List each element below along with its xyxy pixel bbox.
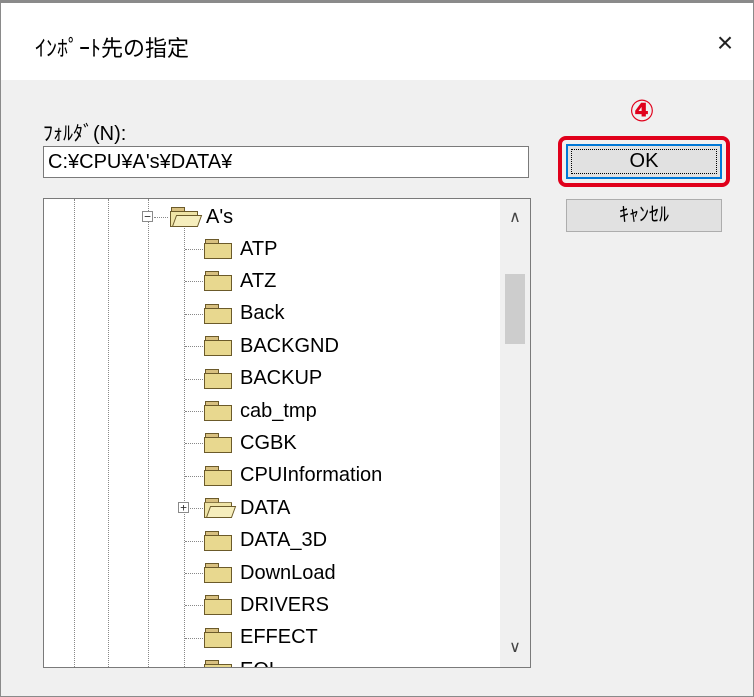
tree-branch — [185, 313, 203, 315]
tree-item-label: A's — [206, 205, 234, 228]
tree-item-label: DATA_3D — [240, 529, 328, 552]
tree-branch — [154, 217, 168, 218]
folder-icon — [204, 239, 234, 259]
tree-item[interactable]: CPUInformation — [204, 460, 382, 492]
tree-branch — [185, 249, 203, 250]
open-folder-icon — [170, 207, 203, 227]
collapse-icon[interactable]: − — [142, 211, 153, 222]
tree-item-label: ATP — [240, 237, 278, 260]
tree-branch — [185, 573, 203, 574]
folder-icon — [204, 336, 234, 357]
folder-icon — [204, 627, 234, 648]
tree-branch — [185, 637, 203, 639]
tree-item-label: BACKGND — [240, 334, 339, 357]
tree-item-label: EOL — [240, 659, 280, 667]
folder-field-label: ﾌｫﾙﾀﾞ(N): — [43, 123, 127, 145]
tree-item-label: Back — [240, 302, 285, 325]
tree-guide-line — [108, 199, 109, 667]
tree-item-label: DRIVERS — [240, 593, 329, 616]
scroll-down-icon[interactable]: ∨ — [500, 633, 530, 663]
expand-icon[interactable]: + — [178, 502, 189, 514]
tree-item[interactable]: DRIVERS — [204, 589, 329, 621]
folder-icon — [204, 401, 234, 421]
tree-item-label: ATZ — [240, 269, 277, 292]
folder-icon — [204, 271, 234, 292]
tree-item-label: EFFECT — [240, 626, 318, 649]
tree-item[interactable]: Back — [204, 298, 284, 330]
title-bar: ｲﾝﾎﾟｰﾄ先の指定 × — [1, 3, 753, 80]
ok-button[interactable]: OK — [566, 144, 722, 179]
tree-item[interactable]: DownLoad — [204, 557, 336, 589]
tree-child-guide-line — [184, 223, 185, 667]
tree-item[interactable]: DATA_3D — [204, 525, 327, 557]
step-number-marker: ④ — [629, 95, 655, 128]
tree-guide-line — [148, 199, 149, 667]
tree-item-label: DownLoad — [240, 561, 336, 584]
folder-icon — [204, 303, 234, 324]
tree-item[interactable]: ATZ — [204, 265, 276, 297]
tree-branch — [185, 475, 203, 477]
folder-icon — [204, 660, 234, 667]
folder-icon — [204, 368, 234, 389]
folder-tree[interactable]: − A's ATP ATZ Back BACKGND BACKUP cab_tmp CGBK… — [43, 198, 531, 668]
tree-branch — [185, 605, 203, 607]
folder-path-input[interactable]: C:¥CPU¥A's¥DATA¥ — [43, 146, 529, 178]
scroll-thumb[interactable] — [505, 274, 525, 344]
folder-icon — [204, 563, 234, 583]
tree-item[interactable]: DATA — [204, 492, 290, 524]
cancel-button[interactable]: ｷｬﾝｾﾙ — [566, 199, 722, 232]
folder-icon — [204, 530, 234, 551]
tree-item-parent[interactable]: A's — [170, 201, 233, 233]
folder-icon — [204, 595, 234, 616]
tree-item[interactable]: BACKGND — [204, 330, 339, 362]
tree-branch — [185, 443, 203, 445]
focus-rectangle — [571, 149, 717, 174]
vertical-scrollbar[interactable]: ∧ ∨ — [500, 199, 530, 667]
tree-item-label: cab_tmp — [240, 399, 317, 422]
open-folder-icon — [204, 498, 237, 519]
tree-branch — [185, 378, 203, 380]
dialog-title: ｲﾝﾎﾟｰﾄ先の指定 — [35, 36, 190, 61]
folder-icon — [204, 433, 234, 454]
tree-item[interactable]: CGBK — [204, 427, 297, 459]
scroll-up-icon[interactable]: ∧ — [500, 203, 530, 233]
tree-branch — [185, 346, 203, 348]
tree-item[interactable]: EOL — [204, 654, 280, 667]
tree-item-label: CGBK — [240, 431, 297, 454]
tree-branch — [185, 411, 203, 412]
tree-item-label: CPUInformation — [240, 464, 383, 487]
tree-branch — [185, 281, 203, 283]
import-destination-dialog: ｲﾝﾎﾟｰﾄ先の指定 × ﾌｫﾙﾀﾞ(N): C:¥CPU¥A's¥DATA¥ … — [0, 0, 754, 697]
tree-guide-line — [74, 199, 75, 667]
tree-item-label: DATA — [240, 496, 291, 519]
tree-item[interactable]: EFFECT — [204, 622, 318, 654]
tree-branch — [185, 540, 203, 542]
tree-item-label: BACKUP — [240, 367, 323, 390]
tree-item[interactable]: cab_tmp — [204, 395, 317, 427]
close-icon[interactable]: × — [705, 23, 745, 63]
tree-item[interactable]: BACKUP — [204, 363, 322, 395]
tree-item[interactable]: ATP — [204, 233, 277, 265]
folder-icon — [204, 465, 234, 486]
